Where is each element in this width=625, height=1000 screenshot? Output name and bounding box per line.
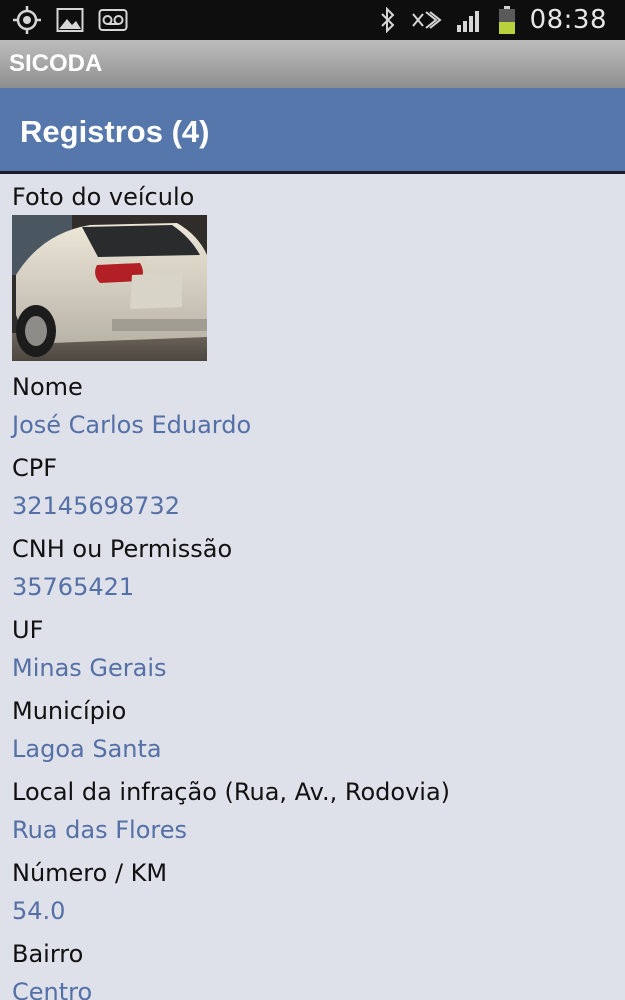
voicemail-icon: [98, 8, 128, 32]
bluetooth-icon: [380, 7, 396, 33]
field-label-cpf: CPF: [12, 454, 58, 482]
app-title: SICODA: [9, 50, 103, 77]
status-bar: 08:38: [0, 0, 625, 40]
gallery-icon: [56, 7, 84, 33]
clock-time: 08:38: [529, 5, 607, 35]
field-label-bairro: Bairro: [12, 940, 84, 968]
section-header: Registros (4): [0, 88, 625, 174]
app-title-bar: SICODA: [0, 40, 625, 88]
photo-label: Foto do veículo: [12, 183, 195, 211]
field-value-uf: Minas Gerais: [12, 654, 167, 682]
battery-icon: [498, 5, 516, 35]
gps-icon: [12, 5, 42, 35]
record-detail[interactable]: Foto do veículo Nome José Carlos Eduardo…: [0, 177, 625, 1000]
field-label-numero-km: Número / KM: [12, 859, 168, 887]
field-value-municipio: Lagoa Santa: [12, 735, 162, 763]
field-label-nome: Nome: [12, 373, 83, 401]
field-value-numero-km: 54.0: [12, 897, 66, 925]
field-value-nome: José Carlos Eduardo: [12, 411, 252, 439]
section-title: Registros (4): [20, 114, 210, 149]
vehicle-photo[interactable]: [12, 215, 207, 361]
field-label-uf: UF: [12, 616, 44, 644]
field-value-cpf: 32145698732: [12, 492, 180, 520]
field-value-bairro: Centro: [12, 978, 93, 1000]
field-label-local-infracao: Local da infração (Rua, Av., Rodovia): [12, 778, 451, 806]
nfc-icon: [410, 8, 442, 32]
field-label-municipio: Município: [12, 697, 127, 725]
field-value-cnh: 35765421: [12, 573, 135, 601]
signal-icon: [456, 7, 484, 33]
field-value-local-infracao: Rua das Flores: [12, 816, 187, 844]
field-label-cnh: CNH ou Permissão: [12, 535, 233, 563]
